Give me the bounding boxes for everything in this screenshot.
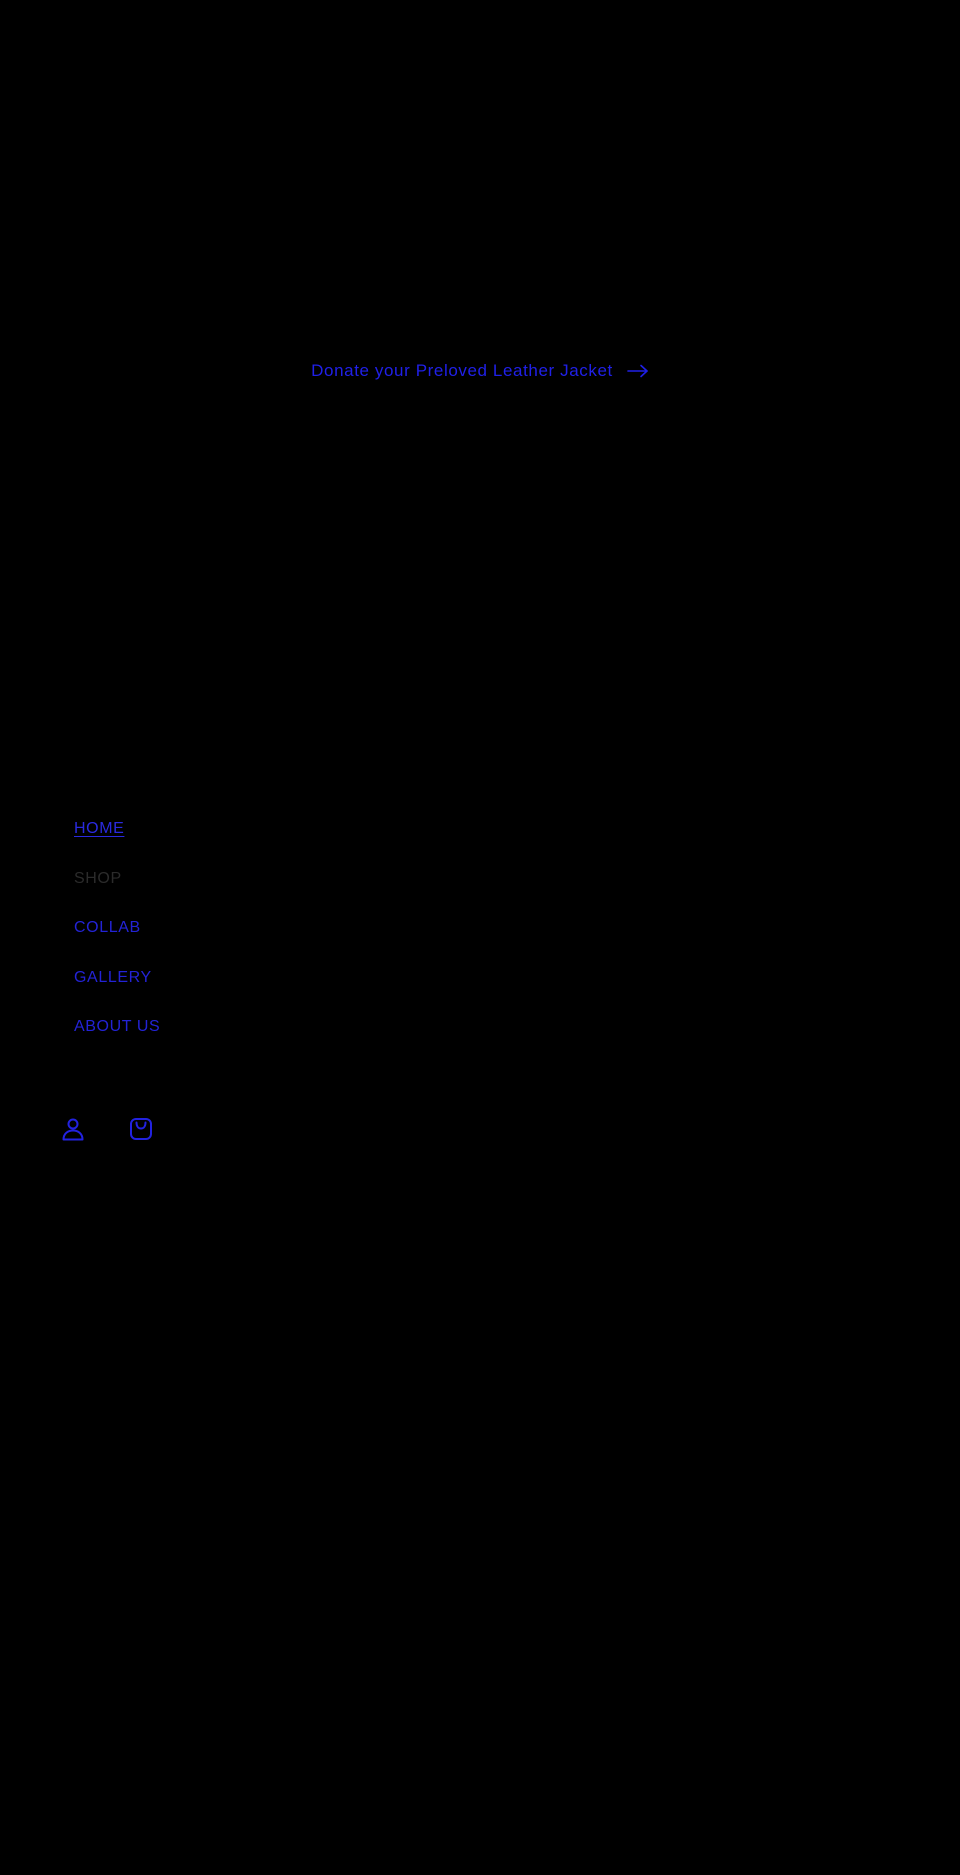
menu-link-gallery[interactable]: GALLERY: [74, 969, 152, 986]
menu-link-home[interactable]: HOME: [74, 820, 124, 837]
menu-item-gallery: GALLERY: [74, 964, 160, 1014]
menu-link-shop[interactable]: SHOP: [74, 870, 122, 887]
account-button[interactable]: [58, 1114, 88, 1144]
announcement-text: Donate your Preloved Leather Jacket: [311, 361, 613, 380]
account-icon: [59, 1115, 87, 1143]
header-utility-icons: [58, 1114, 156, 1144]
arrow-right-icon: [627, 364, 649, 378]
main-menu: HOME SHOP COLLAB GALLERY ABOUT US: [74, 815, 160, 1063]
cart-button[interactable]: [126, 1114, 156, 1144]
menu-item-collab: COLLAB: [74, 914, 160, 964]
menu-item-home: HOME: [74, 815, 160, 865]
cart-icon: [127, 1115, 155, 1143]
menu-item-about-us: ABOUT US: [74, 1013, 160, 1063]
menu-item-shop: SHOP: [74, 865, 160, 915]
menu-link-about-us[interactable]: ABOUT US: [74, 1018, 160, 1035]
announcement-bar: Donate your Preloved Leather Jacket: [0, 360, 960, 382]
announcement-link[interactable]: Donate your Preloved Leather Jacket: [311, 361, 649, 381]
menu-link-collab[interactable]: COLLAB: [74, 919, 141, 936]
